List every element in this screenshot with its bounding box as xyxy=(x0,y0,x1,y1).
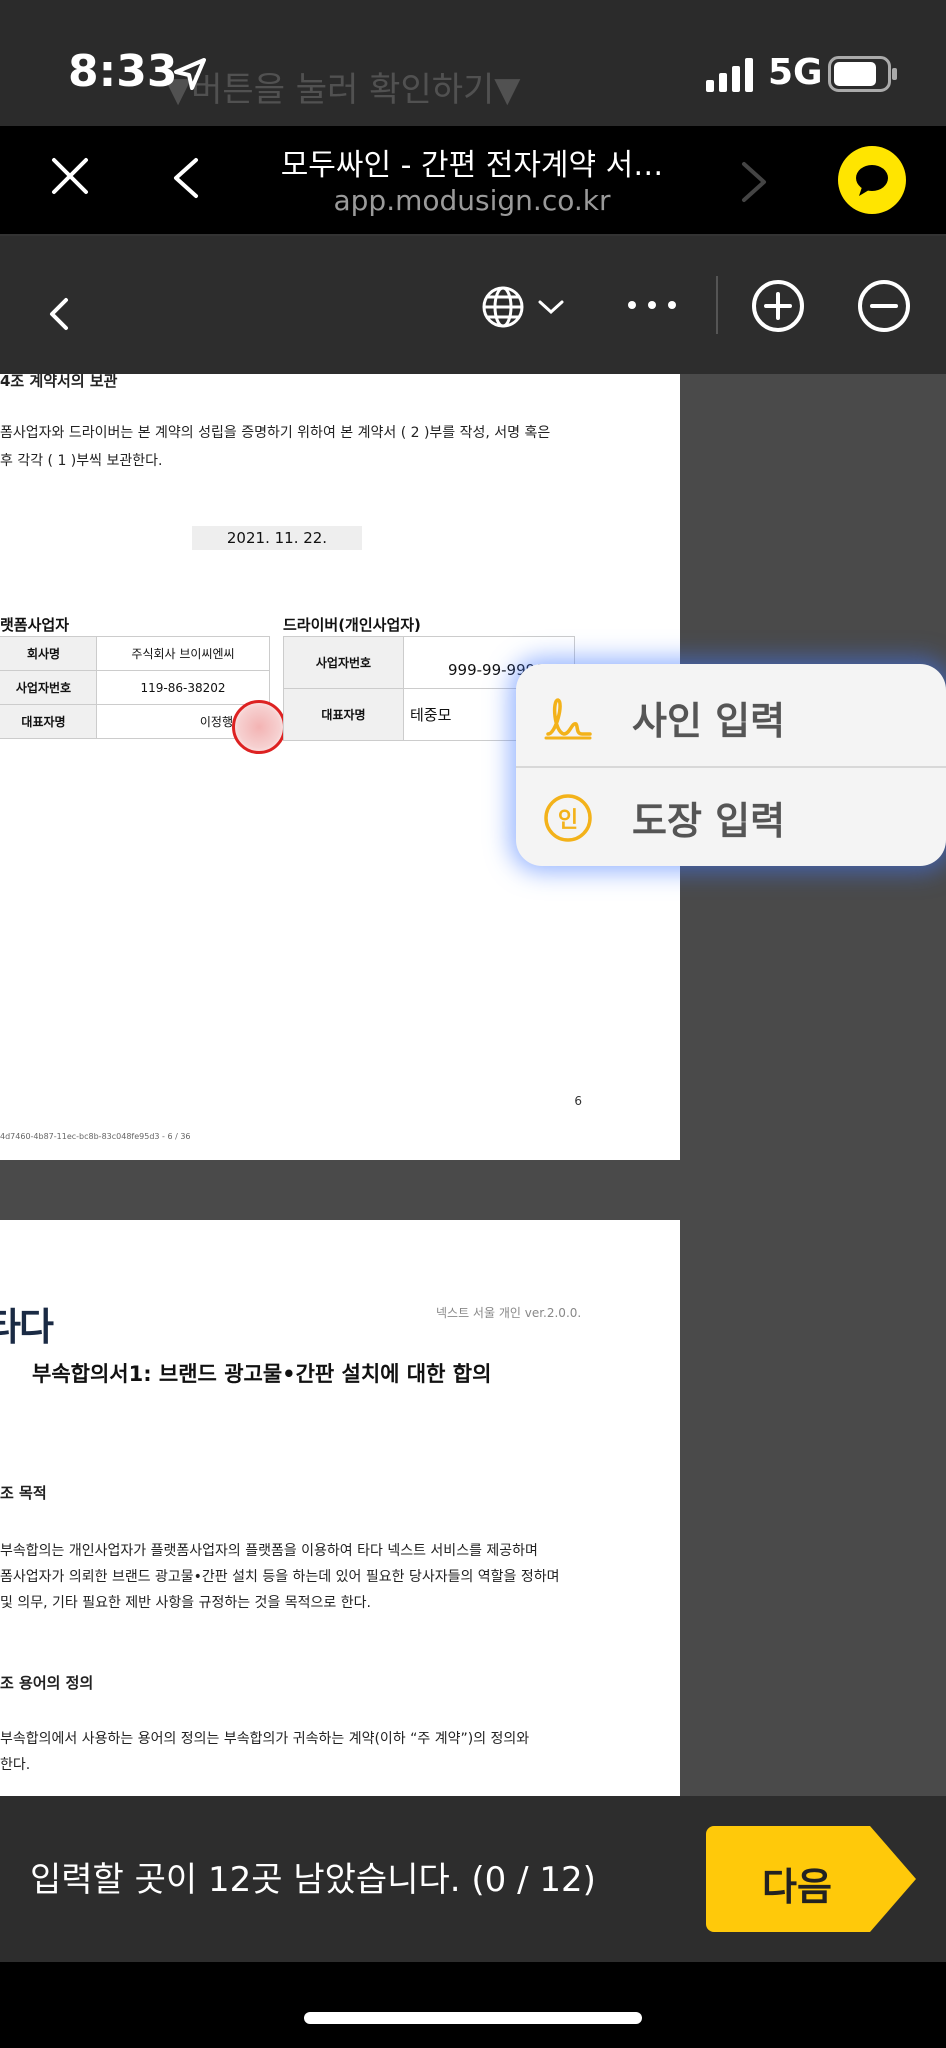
network-type: 5G xyxy=(768,52,823,93)
table-key: 대표자명 xyxy=(0,704,97,739)
status-time: 8:33 xyxy=(68,46,178,97)
signature-input-option[interactable]: 사인 입력 xyxy=(516,668,946,766)
platform-party-title: 랫폼사업자 xyxy=(0,616,70,634)
paragraph-line: 부속합의에서 사용하는 용어의 정의는 부속합의가 귀속하는 계약(이하 “주 … xyxy=(0,1731,530,1747)
page-number: 6 xyxy=(574,1094,582,1108)
next-button-label: 다음 xyxy=(762,1865,832,1909)
table-row: 사업자번호 119-86-38202 xyxy=(0,670,270,705)
zoom-in-icon[interactable] xyxy=(750,278,806,334)
paragraph-line: 후 각각 ( 1 )부씩 보관한다. xyxy=(0,453,163,469)
company-seal-stamp xyxy=(232,700,286,754)
document-id: 4d7460-4b87-11ec-bc8b-83c048fe95d3 - 6 /… xyxy=(0,1132,191,1141)
tada-logo: 타다 xyxy=(0,1305,54,1349)
table-row: 회사명 주식회사 브이씨엔씨 xyxy=(0,636,270,671)
forward-icon[interactable] xyxy=(738,160,770,204)
chat-button[interactable] xyxy=(838,146,906,214)
chat-bubble-icon xyxy=(856,165,888,196)
document-version: 넥스트 서울 개인 ver.2.0.0. xyxy=(436,1306,582,1320)
signature-input-label: 사인 입력 xyxy=(632,699,786,743)
battery-icon xyxy=(828,56,897,92)
status-bar: ▼버튼을 눌러 확인하기▼ 8:33 5G xyxy=(0,0,946,126)
next-button[interactable]: 다음 xyxy=(706,1826,918,1932)
chevron-down-icon xyxy=(538,300,564,315)
zoom-out-icon[interactable] xyxy=(856,278,912,334)
in-app-browser-bar: 모두싸인 - 간편 전자계약 서… app.modusign.co.kr xyxy=(0,126,946,236)
document-toolbar xyxy=(0,236,946,374)
table-value: 주식회사 브이씨엔씨 xyxy=(96,636,270,671)
driver-party-title: 드라이버(개인사업자) xyxy=(283,616,421,634)
stamp-input-option[interactable]: 인 도장 입력 xyxy=(516,766,946,864)
appendix-title: 부속합의서1: 브랜드 광고물•간판 설치에 대한 합의 xyxy=(32,1362,492,1386)
table-key: 회사명 xyxy=(0,636,97,671)
signature-type-popover: 사인 입력 인 도장 입력 xyxy=(516,664,946,866)
toolbar-divider xyxy=(716,276,718,334)
remaining-fields-text: 입력할 곳이 12곳 남았습니다. (0 / 12) xyxy=(30,1860,596,1900)
more-icon[interactable] xyxy=(624,294,680,316)
paragraph-line: 한다. xyxy=(0,1757,31,1773)
contract-date: 2021. 11. 22. xyxy=(192,526,362,550)
document-page-7: 타다 넥스트 서울 개인 ver.2.0.0. 부속합의서1: 브랜드 광고물•… xyxy=(0,1220,680,1796)
browser-page-title: 모두싸인 - 간편 전자계약 서… xyxy=(280,148,664,183)
document-viewer[interactable]: 4조 계약서의 보관 폼사업자와 드라이버는 본 계약의 성립을 증명하기 위하… xyxy=(0,374,946,1796)
bottom-action-bar: 입력할 곳이 12곳 남았습니다. (0 / 12) 다음 xyxy=(0,1796,946,1962)
paragraph-line: 폼사업자와 드라이버는 본 계약의 성립을 증명하기 위하여 본 계약서 ( 2… xyxy=(0,425,551,441)
table-value: 119-86-38202 xyxy=(96,670,270,705)
table-key: 사업자번호 xyxy=(0,670,97,705)
stamp-input-label: 도장 입력 xyxy=(632,799,786,843)
paragraph-line: 부속합의는 개인사업자가 플랫폼사업자의 플랫폼을 이용하여 타다 넥스트 서비… xyxy=(0,1543,538,1559)
paragraph-line: 폼사업자가 의뢰한 브랜드 광고물•간판 설치 등을 하는데 있어 필요한 당사… xyxy=(0,1569,560,1585)
language-button[interactable] xyxy=(478,282,568,332)
home-area xyxy=(0,1962,946,2048)
browser-url[interactable]: app.modusign.co.kr xyxy=(232,184,712,217)
location-arrow-icon xyxy=(174,58,206,90)
table-row: 대표자명 이정행 xyxy=(0,704,270,739)
section-heading: 조 목적 xyxy=(0,1484,47,1502)
signature-icon xyxy=(544,698,592,740)
underlying-page-text: ▼버튼을 눌러 확인하기▼ xyxy=(165,70,521,110)
chevron-left-icon[interactable] xyxy=(46,296,70,332)
table-key: 대표자명 xyxy=(283,688,404,741)
close-icon[interactable] xyxy=(50,156,90,196)
globe-icon xyxy=(482,286,524,328)
section-heading: 4조 계약서의 보관 xyxy=(0,374,118,390)
table-key: 사업자번호 xyxy=(283,636,404,689)
back-icon[interactable] xyxy=(170,156,202,200)
section-heading: 조 용어의 정의 xyxy=(0,1674,94,1692)
paragraph-line: 및 의무, 기타 필요한 제반 사항을 규정하는 것을 목적으로 한다. xyxy=(0,1595,371,1611)
home-indicator[interactable] xyxy=(304,2012,642,2024)
stamp-icon-text: 인 xyxy=(557,808,579,833)
platform-party-table: 회사명 주식회사 브이씨엔씨 사업자번호 119-86-38202 대표자명 이… xyxy=(0,636,270,739)
signal-icon xyxy=(706,58,753,92)
